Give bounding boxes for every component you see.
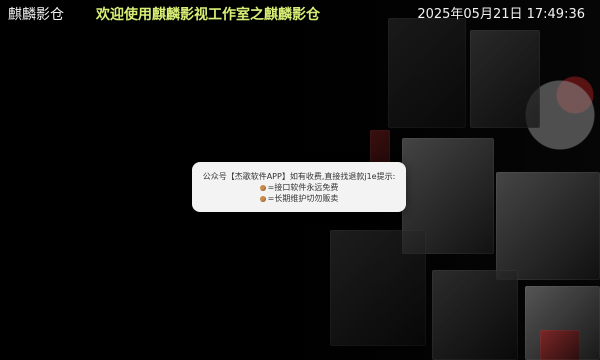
notice-line-2-text: =接口软件永远免费 (267, 183, 339, 192)
welcome-message: 欢迎使用麒麟影视工作室之麒麟影仓 (96, 7, 320, 23)
notice-line-3: =长期维护切勿贩卖 (192, 194, 406, 204)
notice-line-1: 公众号【杰歌软件APP】如有收费,直接找退款j1e提示: (202, 172, 396, 181)
background-poster (496, 172, 600, 280)
app-title: 麒麟影仓 (8, 7, 64, 23)
datetime-display: 2025年05月21日 17:49:36 (417, 7, 585, 22)
notice-line-2: =接口软件永远免费 (192, 183, 406, 193)
background-poster (470, 30, 540, 128)
app-screen: 麒麟影仓 欢迎使用麒麟影视工作室之麒麟影仓 2025年05月21日 17:49:… (0, 0, 600, 360)
notice-dialog: 公众号【杰歌软件APP】如有收费,直接找退款j1e提示: =接口软件永远免费 =… (192, 162, 406, 212)
emoji-icon (259, 185, 266, 191)
background-poster (540, 330, 580, 360)
background-poster (432, 270, 518, 360)
background-poster (388, 18, 466, 128)
background-poster (330, 230, 426, 346)
notice-line-3-text: =长期维护切勿贩卖 (267, 194, 339, 203)
top-bar: 麒麟影仓 欢迎使用麒麟影视工作室之麒麟影仓 2025年05月21日 17:49:… (0, 0, 600, 30)
emoji-icon (259, 196, 266, 202)
